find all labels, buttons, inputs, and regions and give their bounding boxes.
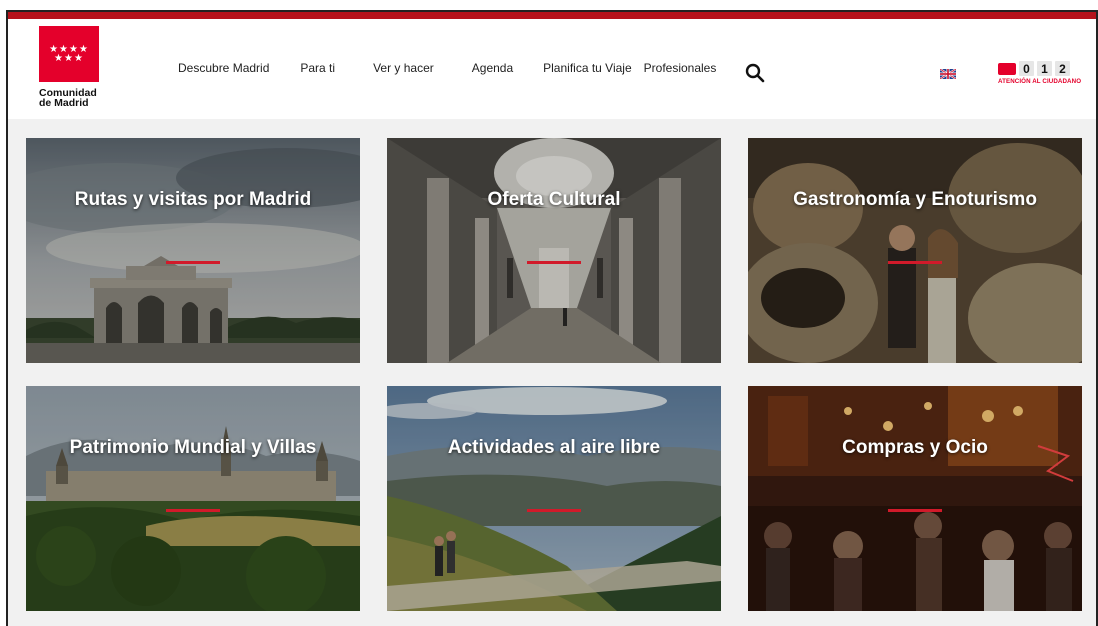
card-title: Oferta Cultural	[487, 189, 621, 210]
comunidad-madrid-logo[interactable]: ★★★★ ★★★ Comunidad de Madrid	[39, 26, 99, 108]
ciudadano-label: ATENCIÓN AL CIUDADANO	[998, 78, 1082, 85]
card-overlay	[748, 138, 1082, 363]
search-icon[interactable]	[745, 63, 765, 83]
card-gastronomia-enoturismo[interactable]: Gastronomía y Enoturismo	[748, 138, 1082, 363]
nav-item-ver-y-hacer[interactable]: Ver y hacer	[373, 61, 434, 75]
nav-item-profesionales[interactable]: Profesionales	[644, 61, 717, 75]
card-accent-bar	[166, 509, 220, 512]
main-nav: Descubre Madrid Para ti Ver y hacer Agen…	[178, 61, 716, 75]
card-compras-y-ocio[interactable]: Compras y Ocio	[748, 386, 1082, 611]
logo-stars-bottom: ★★★	[54, 53, 84, 64]
site-header: ★★★★ ★★★ Comunidad de Madrid Descubre Ma…	[8, 19, 1096, 119]
card-accent-bar	[527, 261, 581, 264]
card-accent-bar	[888, 261, 942, 264]
card-overlay	[748, 386, 1082, 611]
card-overlay	[387, 386, 721, 611]
card-title: Gastronomía y Enoturismo	[793, 189, 1037, 210]
card-title: Compras y Ocio	[842, 437, 988, 458]
card-overlay	[26, 386, 360, 611]
card-accent-bar	[527, 509, 581, 512]
card-actividades-aire-libre[interactable]: Actividades al aire libre	[387, 386, 721, 611]
card-overlay	[387, 138, 721, 363]
atencion-ciudadano-012[interactable]: 0 1 2 ATENCIÓN AL CIUDADANO	[998, 61, 1082, 91]
uk-flag-icon[interactable]	[940, 69, 956, 79]
card-accent-bar	[888, 509, 942, 512]
card-title: Rutas y visitas por Madrid	[74, 189, 312, 210]
logo-stars-box: ★★★★ ★★★	[39, 26, 99, 82]
logo-text: Comunidad de Madrid	[39, 88, 99, 109]
card-title: Actividades al aire libre	[447, 437, 661, 458]
card-accent-bar	[166, 261, 220, 264]
card-overlay	[26, 138, 360, 363]
nav-item-planifica-tu-viaje[interactable]: Planifica tu Viaje	[543, 61, 632, 75]
nav-item-descubre-madrid[interactable]: Descubre Madrid	[178, 61, 269, 75]
ciudadano-digit: 1	[1037, 61, 1052, 76]
logo-name-line2: de Madrid	[39, 97, 89, 109]
ciudadano-digit: 0	[1019, 61, 1034, 76]
phone-icon	[998, 62, 1016, 75]
ciudadano-digits-row: 0 1 2	[998, 61, 1080, 76]
nav-item-agenda[interactable]: Agenda	[472, 61, 513, 75]
card-title: Patrimonio Mundial y Villas	[69, 437, 317, 458]
top-brand-bar	[8, 12, 1096, 19]
card-rutas-y-visitas[interactable]: Rutas y visitas por Madrid	[26, 138, 360, 363]
browser-frame: ★★★★ ★★★ Comunidad de Madrid Descubre Ma…	[6, 10, 1098, 626]
card-patrimonio-mundial[interactable]: Patrimonio Mundial y Villas	[26, 386, 360, 611]
nav-item-para-ti[interactable]: Para ti	[300, 61, 335, 75]
ciudadano-digit: 2	[1055, 61, 1070, 76]
card-oferta-cultural[interactable]: Oferta Cultural	[387, 138, 721, 363]
